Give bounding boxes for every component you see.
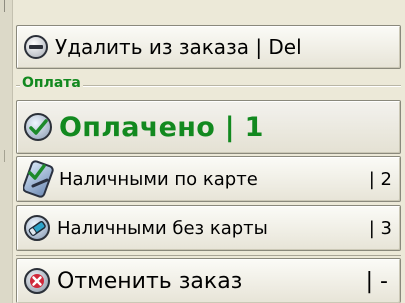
paid-button[interactable]: Оплачено | 1 xyxy=(16,100,401,154)
minus-circle-icon xyxy=(23,34,49,60)
cash-without-card-label: Наличными без карты xyxy=(57,217,268,239)
delete-from-order-label: Удалить из заказа | Del xyxy=(55,35,302,59)
paid-label: Оплачено | 1 xyxy=(59,111,264,143)
pencil-eraser-icon xyxy=(23,214,51,242)
cash-by-card-hotkey: | 2 xyxy=(368,168,392,190)
left-scroll-strip xyxy=(0,0,13,303)
strip-tick xyxy=(4,0,5,12)
cash-by-card-label: Наличными по карте xyxy=(59,168,258,190)
cash-without-card-hotkey: | 3 xyxy=(368,217,392,239)
cash-by-card-button[interactable]: Наличными по карте | 2 xyxy=(16,156,401,202)
order-actions-panel: Удалить из заказа | Del Оплата Оплачено … xyxy=(14,0,405,303)
payment-group-title: Оплата xyxy=(20,75,83,91)
check-pencil-icon xyxy=(23,112,53,142)
strip-tick xyxy=(4,150,5,162)
card-check-icon xyxy=(23,160,55,198)
cancel-order-hotkey: | - xyxy=(365,268,388,294)
red-x-circle-icon xyxy=(23,267,51,295)
cash-without-card-button[interactable]: Наличными без карты | 3 xyxy=(16,205,401,251)
cancel-order-label: Отменить заказ xyxy=(57,268,243,294)
cancel-order-button[interactable]: Отменить заказ | - xyxy=(16,258,401,303)
delete-from-order-button[interactable]: Удалить из заказа | Del xyxy=(16,25,401,69)
cancel-separator xyxy=(16,255,401,256)
